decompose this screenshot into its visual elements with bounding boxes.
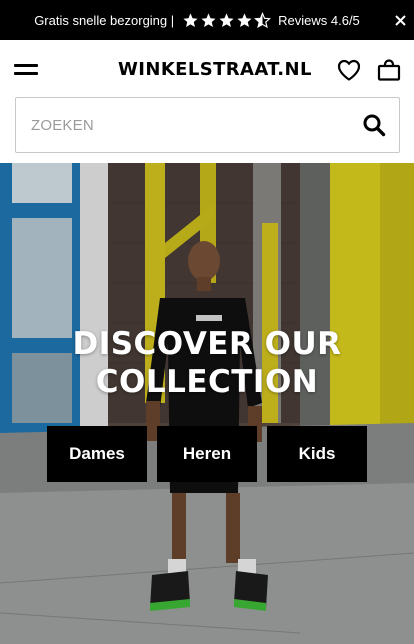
star-icon [219,12,234,27]
category-buttons: Dames Heren Kids [47,426,368,482]
shopping-bag-icon[interactable] [377,59,401,81]
close-icon[interactable] [390,10,410,30]
search-icon[interactable] [362,113,386,137]
star-icon [183,12,198,27]
announcement-bar: Gratis snelle bezorging | Reviews 4.6/5 [0,0,414,40]
star-half-icon [254,11,272,28]
star-icon [237,12,252,27]
hero-title-line-1: DISCOVER OUR [72,326,342,362]
hero-banner: DISCOVER OUR COLLECTION Dames Heren Kids [0,163,414,644]
dames-button[interactable]: Dames [47,426,147,482]
rating-stars [182,11,272,29]
rating-text: Reviews 4.6/5 [278,12,360,28]
kids-button[interactable]: Kids [267,426,367,482]
search-bar [15,97,400,153]
hero-title: DISCOVER OUR COLLECTION [0,325,414,401]
announcement-message: Gratis snelle bezorging | Reviews 4.6/5 [34,11,360,29]
heart-icon[interactable] [337,59,361,81]
site-header: WINKELSTRAAT.NL [0,40,414,98]
heren-button[interactable]: Heren [157,426,257,482]
free-delivery-text: Gratis snelle bezorging | [34,12,175,28]
hero-photo [0,163,414,644]
hamburger-menu-icon[interactable] [14,60,38,78]
search-input[interactable] [16,105,336,145]
star-icon [201,12,216,27]
hero-title-line-2: COLLECTION [95,364,319,400]
site-logo[interactable]: WINKELSTRAAT.NL [118,58,311,82]
